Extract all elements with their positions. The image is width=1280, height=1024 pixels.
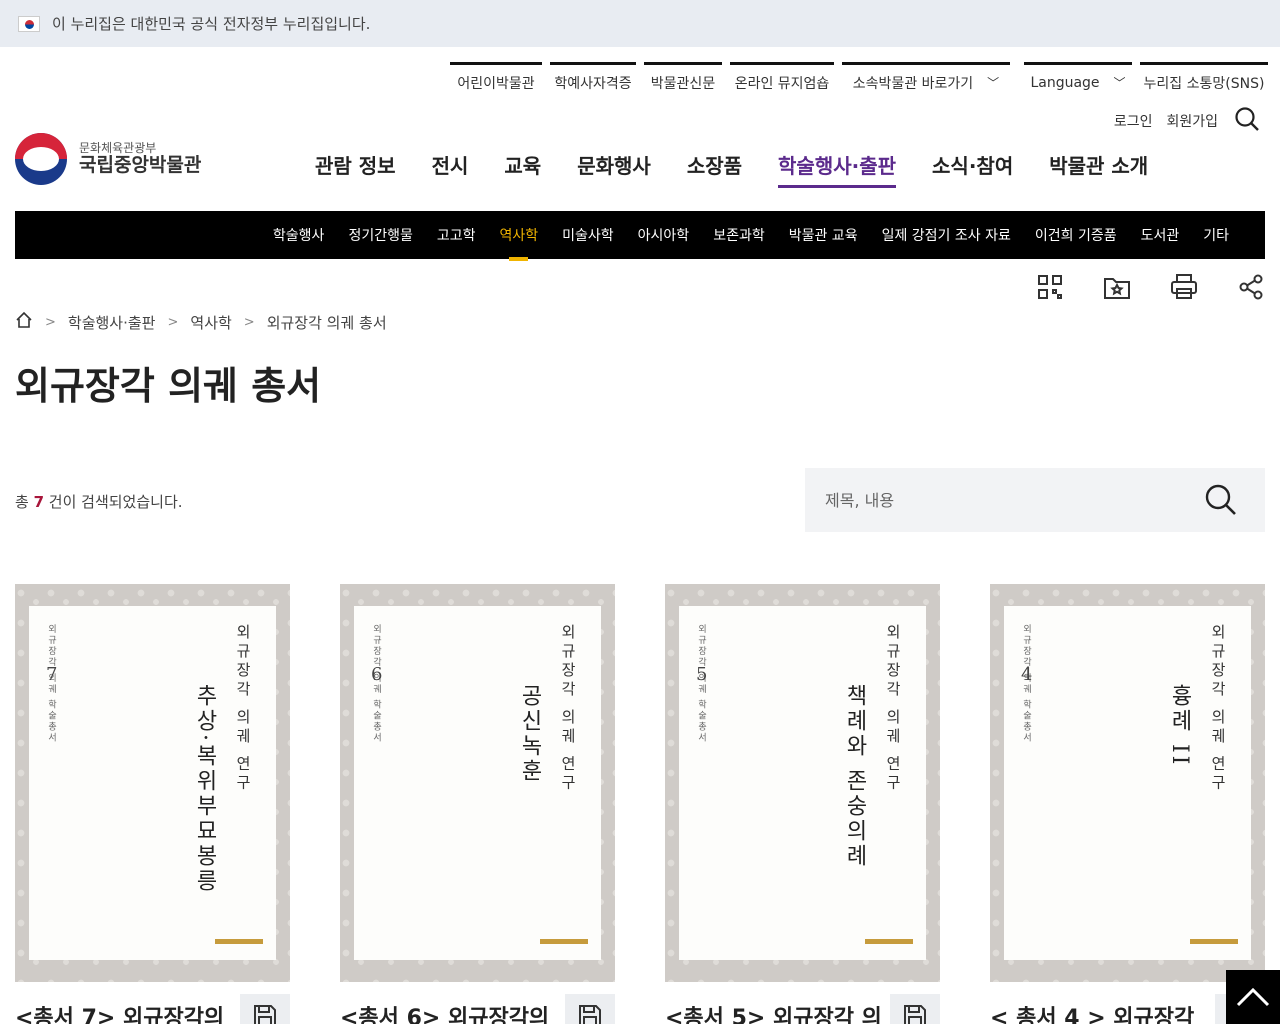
subnav-museum-education[interactable]: 박물관 교육: [789, 225, 858, 245]
cover-volume: 7: [46, 664, 58, 685]
book-title[interactable]: <총서 6> 외규장각의: [340, 1000, 555, 1024]
publisher-mark: [1190, 939, 1238, 944]
subnav-lee-kunhee[interactable]: 이건희 기증품: [1035, 225, 1117, 245]
book-title[interactable]: < 총서 4 > 외규장각: [990, 1000, 1205, 1024]
util-branch-museums[interactable]: 소속박물관 바로가기 ﹀: [842, 62, 1010, 100]
utility-nav: 어린이박물관 학예사자격증 박물관신문 온라인 뮤지엄숍 소속박물관 바로가기 …: [450, 62, 1268, 102]
cover-main-title: 외규장각 의궤 연구: [1209, 624, 1227, 794]
result-count: 총 7 건이 검색되었습니다.: [15, 491, 183, 512]
nav-collection[interactable]: 소장품: [687, 150, 742, 188]
sub-nav: 학술행사 정기간행물 고고학 역사학 미술사학 아시아학 보존과학 박물관 교육…: [15, 211, 1265, 261]
page-title: 외규장각 의궤 총서: [15, 364, 322, 408]
list-item[interactable]: 외규장각 의궤 학술총서 7 외규장각 의궤 연구 추상·복위부묘봉릉 <총서 …: [15, 584, 290, 1024]
search-input[interactable]: [825, 490, 1185, 510]
util-curator-cert[interactable]: 학예사자격증: [550, 62, 636, 100]
result-suffix: 건이 검색되었습니다.: [44, 493, 183, 511]
cover-subtitle: 공신녹훈: [517, 684, 542, 784]
nav-education[interactable]: 교육: [504, 150, 541, 188]
print-icon[interactable]: [1169, 272, 1199, 302]
share-icon[interactable]: [1236, 272, 1266, 302]
cover-main-title: 외규장각 의궤 연구: [884, 624, 902, 794]
cover-main-title: 외규장각 의궤 연구: [559, 624, 577, 794]
home-icon[interactable]: [15, 311, 33, 333]
util-language[interactable]: Language ﹀: [1024, 62, 1132, 100]
scroll-top-button[interactable]: [1226, 970, 1280, 1024]
search-box: [805, 468, 1265, 532]
search-icon[interactable]: [1234, 106, 1260, 136]
util-sns[interactable]: 누리집 소통망(SNS): [1140, 62, 1268, 100]
bookmark-icon[interactable]: [1102, 272, 1132, 302]
page-tools: [998, 272, 1266, 302]
nav-events[interactable]: 문화행사: [577, 150, 651, 188]
cover-subtitle: 추상·복위부묘봉릉: [192, 684, 217, 894]
nav-about[interactable]: 박물관 소개: [1049, 150, 1148, 188]
korea-flag-icon: [18, 15, 40, 32]
util-online-shop[interactable]: 온라인 뮤지엄숍: [730, 62, 834, 100]
publisher-mark: [865, 939, 913, 944]
download-icon[interactable]: [890, 994, 940, 1024]
logo-museum-name: 국립중앙박물관: [79, 154, 202, 177]
cover-subtitle: 책례와 존숭의례: [842, 684, 867, 869]
book-list: 외규장각 의궤 학술총서 7 외규장각 의궤 연구 추상·복위부묘봉릉 <총서 …: [15, 584, 1265, 1024]
cover-subtitle: 흉례 II: [1167, 684, 1192, 768]
book-cover[interactable]: 외규장각 의궤 학술총서 7 외규장각 의궤 연구 추상·복위부묘봉릉: [15, 584, 290, 982]
subnav-periodicals[interactable]: 정기간행물: [348, 225, 412, 245]
nav-visit-info[interactable]: 관람 정보: [315, 150, 396, 188]
book-title[interactable]: <총서 7> 외규장각의: [15, 1000, 230, 1024]
account-links: 로그인 회원가입: [1100, 106, 1260, 136]
subnav-history[interactable]: 역사학: [499, 225, 538, 261]
cover-volume: 4: [1021, 664, 1033, 685]
util-kids-museum[interactable]: 어린이박물관: [450, 62, 542, 100]
signup-link[interactable]: 회원가입: [1166, 111, 1218, 131]
subnav-archaeology[interactable]: 고고학: [437, 225, 476, 245]
publisher-mark: [540, 939, 588, 944]
subnav-library[interactable]: 도서관: [1141, 225, 1180, 245]
book-cover[interactable]: 외규장각 의궤 학술총서 5 외규장각 의궤 연구 책례와 존숭의례: [665, 584, 940, 982]
list-item[interactable]: 외규장각 의궤 학술총서 5 외규장각 의궤 연구 책례와 존숭의례 <총서 5…: [665, 584, 940, 1024]
subnav-conservation[interactable]: 보존과학: [713, 225, 765, 245]
chevron-right-icon: >: [243, 314, 255, 330]
search-button[interactable]: [1203, 482, 1239, 518]
download-icon[interactable]: [240, 994, 290, 1024]
gov-banner-text: 이 누리집은 대한민국 공식 전자정부 누리집입니다.: [52, 15, 371, 33]
download-icon[interactable]: [565, 994, 615, 1024]
museum-emblem-icon: [15, 133, 67, 185]
subnav-art-history[interactable]: 미술사학: [562, 225, 614, 245]
museum-logo[interactable]: 문화체육관광부 국립중앙박물관: [15, 133, 201, 185]
cover-main-title: 외규장각 의궤 연구: [234, 624, 252, 794]
breadcrumb-current: 외규장각 의궤 총서: [266, 313, 387, 332]
util-language-label: Language: [1030, 74, 1100, 91]
util-newsletter[interactable]: 박물관신문: [644, 62, 722, 100]
result-prefix: 총: [15, 493, 34, 511]
chevron-right-icon: >: [45, 314, 56, 330]
nav-research-publication[interactable]: 학술행사·출판: [778, 150, 897, 188]
subnav-colonial-survey[interactable]: 일제 강점기 조사 자료: [882, 225, 1011, 245]
subnav-asian-studies[interactable]: 아시아학: [638, 225, 690, 245]
cover-volume: 6: [371, 664, 383, 685]
book-cover[interactable]: 외규장각 의궤 학술총서 6 외규장각 의궤 연구 공신녹훈: [340, 584, 615, 982]
chevron-right-icon: >: [167, 314, 179, 330]
login-link[interactable]: 로그인: [1114, 111, 1153, 131]
chevron-up-icon: [1236, 987, 1270, 1007]
chevron-down-icon: ﹀: [1113, 76, 1126, 90]
list-item[interactable]: 외규장각 의궤 학술총서 6 외규장각 의궤 연구 공신녹훈 <총서 6> 외규…: [340, 584, 615, 1024]
qr-code-icon[interactable]: [1035, 272, 1065, 302]
breadcrumb-item[interactable]: 역사학: [190, 312, 231, 333]
subnav-etc[interactable]: 기타: [1203, 225, 1229, 245]
cover-volume: 5: [696, 664, 708, 685]
list-item[interactable]: 외규장각 의궤 학술총서 4 외규장각 의궤 연구 흉례 II < 총서 4 >…: [990, 584, 1265, 1024]
main-nav: 관람 정보 전시 교육 문화행사 소장품 학술행사·출판 소식·참여 박물관 소…: [315, 150, 1184, 188]
breadcrumb: > 학술행사·출판 > 역사학 > 외규장각 의궤 총서: [15, 311, 387, 333]
breadcrumb-item[interactable]: 학술행사·출판: [68, 312, 156, 333]
nav-exhibition[interactable]: 전시: [432, 150, 469, 188]
chevron-down-icon: ﹀: [987, 76, 1000, 90]
book-cover[interactable]: 외규장각 의궤 학술총서 4 외규장각 의궤 연구 흉례 II: [990, 584, 1265, 982]
result-number: 7: [33, 493, 45, 511]
publisher-mark: [215, 939, 263, 944]
gov-banner: 이 누리집은 대한민국 공식 전자정부 누리집입니다.: [0, 0, 1280, 47]
book-title[interactable]: <총서 5> 외규장각 의: [665, 1000, 880, 1024]
subnav-academic-events[interactable]: 학술행사: [273, 225, 325, 245]
util-branch-label: 소속박물관 바로가기: [852, 75, 974, 92]
nav-news[interactable]: 소식·참여: [932, 150, 1013, 188]
